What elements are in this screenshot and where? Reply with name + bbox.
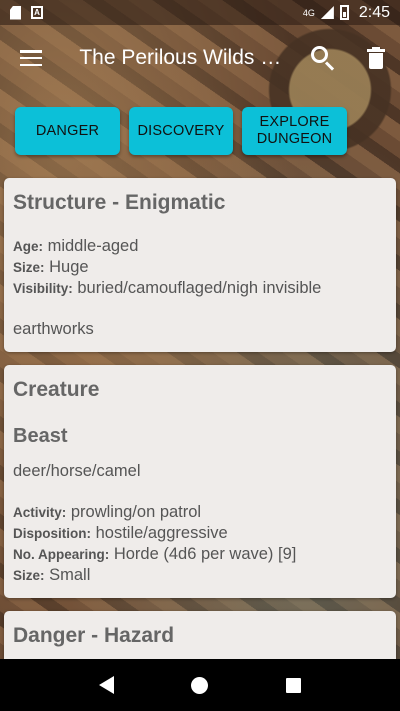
app-bar: The Perilous Wilds Companion	[0, 25, 400, 91]
card-title: Danger - Hazard	[13, 624, 175, 647]
menu-button[interactable]	[0, 30, 61, 86]
disposition-row: Disposition: hostile/aggressive	[13, 524, 228, 542]
search-button[interactable]	[299, 30, 346, 86]
app-title: The Perilous Wilds Companion	[79, 46, 288, 69]
card-title: Structure - Enigmatic	[13, 191, 226, 214]
back-icon	[99, 676, 115, 694]
size-row: Size: Huge	[13, 258, 89, 276]
battery-icon	[339, 5, 349, 20]
explore-dungeon-button[interactable]: EXPLORE DUNGEON	[242, 107, 347, 155]
home-button[interactable]	[175, 660, 225, 710]
home-icon	[191, 676, 209, 694]
network-type: 4G	[302, 7, 315, 18]
results-list: Structure - Enigmatic Age: middle-aged S…	[4, 178, 396, 684]
delete-button[interactable]	[353, 30, 400, 86]
trash-icon	[367, 47, 386, 69]
structure-card: Structure - Enigmatic Age: middle-aged S…	[4, 178, 396, 352]
discovery-button[interactable]: DISCOVERY	[129, 107, 233, 155]
action-button-row: DANGER DISCOVERY EXPLORE DUNGEON	[15, 107, 347, 155]
clock: 2:45	[358, 3, 390, 21]
creature-card: Creature Beast deer/horse/camel Activity…	[4, 365, 396, 598]
system-nav-bar	[0, 659, 400, 711]
signal-icon	[320, 6, 334, 19]
search-icon	[310, 46, 335, 71]
notification-a-icon: A	[31, 6, 43, 19]
visibility-row: Visibility: buried/camouflaged/nigh invi…	[13, 279, 322, 297]
card-title: Creature	[13, 378, 100, 401]
back-button[interactable]	[82, 660, 132, 710]
age-row: Age: middle-aged	[13, 237, 139, 255]
danger-button[interactable]: DANGER	[15, 107, 120, 155]
recents-button[interactable]	[268, 660, 318, 710]
menu-icon	[19, 50, 42, 66]
recents-icon	[285, 677, 301, 693]
creature-kind: deer/horse/camel	[13, 462, 141, 480]
sd-card-icon	[10, 5, 21, 20]
structure-note: earthworks	[13, 320, 94, 338]
card-subtitle: Beast	[13, 425, 68, 447]
number-appearing-row: No. Appearing: Horde (4d6 per wave) [9]	[13, 545, 297, 563]
status-bar: A 4G 2:45	[0, 0, 400, 25]
activity-row: Activity: prowling/on patrol	[13, 503, 202, 521]
size-row: Size: Small	[13, 566, 91, 584]
